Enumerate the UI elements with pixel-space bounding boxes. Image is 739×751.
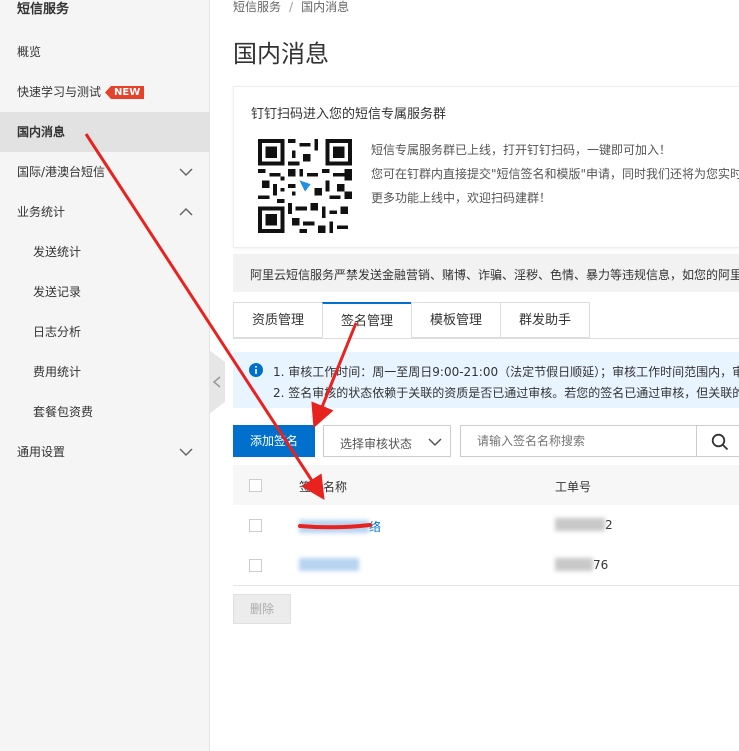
review-status-placeholder: 选择审核状态 xyxy=(340,437,413,451)
table-row: 76 xyxy=(233,545,739,586)
review-info-box: 1. 审核工作时间：周一至周日9:00-21:00（法定节假日顺延）；审核工作时… xyxy=(233,352,739,408)
breadcrumb-root[interactable]: 短信服务 xyxy=(233,0,281,14)
qr-card-line-3: 更多功能上线中，欢迎扫码建群！ xyxy=(371,191,552,205)
qr-card-line-1: 短信专属服务群已上线，打开钉钉扫码，一键即可加入！ xyxy=(371,143,672,157)
review-info-line-2: 2. 签名审核的状态依赖于关联的资质是否已通过审核。若您的签名已通过审核，但关联… xyxy=(273,386,739,400)
sidebar-title: 短信服务 xyxy=(17,2,70,17)
sidebar-item-overview[interactable]: 概览 xyxy=(0,32,209,72)
sidebar-item-label: 业务统计 xyxy=(17,205,66,219)
table-header: 签名名称 工单号 xyxy=(233,465,739,506)
order-number: 76 xyxy=(555,558,608,572)
row-checkbox[interactable] xyxy=(249,519,262,532)
sidebar-item-label: 费用统计 xyxy=(33,365,82,379)
sidebar-item-quick-start[interactable]: 快速学习与测试 NEW xyxy=(0,72,209,112)
sidebar-item-label: 发送记录 xyxy=(33,285,82,299)
search-icon xyxy=(711,433,729,451)
column-header-name: 签名名称 xyxy=(299,480,348,494)
chevron-down-icon xyxy=(179,168,193,177)
sidebar-item-send-records[interactable]: 发送记录 xyxy=(0,272,209,312)
redacted-text xyxy=(555,518,605,531)
review-status-select[interactable]: 选择审核状态 xyxy=(323,425,451,457)
signature-search-input[interactable] xyxy=(461,426,697,456)
select-all-checkbox[interactable] xyxy=(249,479,262,492)
review-info-line-1: 1. 审核工作时间：周一至周日9:00-21:00（法定节假日顺延）；审核工作时… xyxy=(273,365,739,379)
signature-search xyxy=(460,425,739,457)
sidebar-item-package-pricing[interactable]: 套餐包资费 xyxy=(0,392,209,432)
redacted-text xyxy=(299,558,359,571)
tab-bar: 资质管理 签名管理 模板管理 群发助手 xyxy=(233,302,739,339)
sidebar-item-label: 概览 xyxy=(17,45,42,59)
sidebar-item-business-stats[interactable]: 业务统计 xyxy=(0,192,209,232)
dingtalk-qr-card: 钉钉扫码进入您的短信专属服务群 短信专属服务群已上线，打开钉钉扫码，一键即可加入… xyxy=(233,86,739,248)
qr-card-line-2: 您可在钉群内直接提交"短信签名和模版"申请，同时我们还将为您实时 xyxy=(371,167,739,181)
page-title: 国内消息 xyxy=(233,40,329,68)
sidebar-item-label: 通用设置 xyxy=(17,445,66,459)
breadcrumb-current: 国内消息 xyxy=(301,0,350,14)
sidebar: 短信服务 概览 快速学习与测试 NEW 国内消息 国际/港澳台短信 业务统计 发送… xyxy=(0,0,210,751)
sidebar-item-label: 套餐包资费 xyxy=(33,405,94,419)
sidebar-item-label: 快速学习与测试 xyxy=(17,85,102,99)
breadcrumb-separator: / xyxy=(289,0,294,14)
order-number: 2 xyxy=(555,518,613,532)
sidebar-item-domestic-message[interactable]: 国内消息 xyxy=(0,112,209,152)
row-checkbox[interactable] xyxy=(249,559,262,572)
sidebar-item-international[interactable]: 国际/港澳台短信 xyxy=(0,152,209,192)
delete-button[interactable]: 删除 xyxy=(233,594,291,624)
redacted-text xyxy=(299,520,369,533)
add-signature-button[interactable]: 添加签名 xyxy=(233,425,315,457)
sidebar-collapse-handle[interactable] xyxy=(209,350,225,414)
sidebar-item-label: 日志分析 xyxy=(33,325,82,339)
sidebar-item-label: 发送统计 xyxy=(33,245,82,259)
tab-template[interactable]: 模板管理 xyxy=(411,302,501,338)
sidebar-item-log-analysis[interactable]: 日志分析 xyxy=(0,312,209,352)
qr-code-icon xyxy=(258,139,352,233)
chevron-up-icon xyxy=(179,207,193,216)
tab-qualification[interactable]: 资质管理 xyxy=(233,302,323,338)
signature-name-link[interactable]: 络 xyxy=(299,518,381,535)
signature-name-link[interactable] xyxy=(299,558,359,572)
new-badge: NEW xyxy=(105,86,145,99)
table-row: 络 2 xyxy=(233,505,739,546)
qr-card-heading: 钉钉扫码进入您的短信专属服务群 xyxy=(251,107,447,122)
breadcrumb: 短信服务 / 国内消息 xyxy=(233,0,349,14)
chevron-down-icon xyxy=(428,438,442,447)
compliance-notice: 阿里云短信服务严禁发送金融营销、赌博、诈骗、淫秽、色情、暴力等违规信息，如您的阿… xyxy=(233,254,739,292)
sidebar-item-send-stats[interactable]: 发送统计 xyxy=(0,232,209,272)
search-button[interactable] xyxy=(696,426,739,456)
sidebar-item-label: 国际/港澳台短信 xyxy=(17,165,106,179)
column-header-order: 工单号 xyxy=(555,480,592,494)
sidebar-item-cost-stats[interactable]: 费用统计 xyxy=(0,352,209,392)
chevron-down-icon xyxy=(179,448,193,457)
tab-bulk-sender[interactable]: 群发助手 xyxy=(500,302,590,338)
chevron-left-icon xyxy=(212,376,221,388)
sidebar-item-general-settings[interactable]: 通用设置 xyxy=(0,432,209,472)
redacted-text xyxy=(555,558,593,571)
sidebar-item-label: 国内消息 xyxy=(17,125,66,139)
compliance-notice-text: 阿里云短信服务严禁发送金融营销、赌博、诈骗、淫秽、色情、暴力等违规信息，如您的阿… xyxy=(250,268,739,282)
tab-signature[interactable]: 签名管理 xyxy=(322,302,412,338)
info-icon xyxy=(249,363,263,377)
